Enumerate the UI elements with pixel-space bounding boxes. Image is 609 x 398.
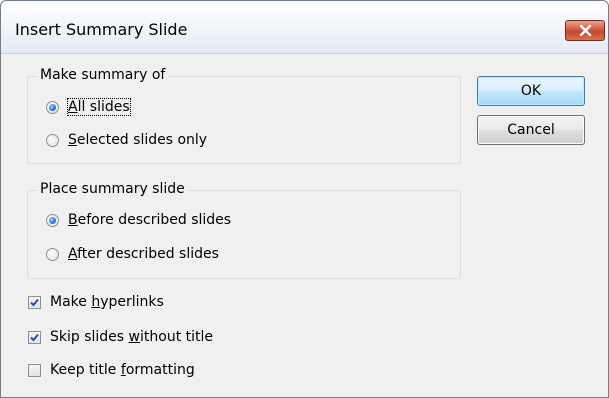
checkmark-icon xyxy=(30,333,39,341)
skip-slides-without-title-checkbox[interactable]: Skip slides without title xyxy=(28,327,213,347)
before-described-slides-label: Before described slides xyxy=(68,212,232,228)
skip-slides-without-title-label: Skip slides without title xyxy=(50,329,214,345)
checkbox-checked-indicator xyxy=(28,330,41,344)
checkbox-checked-indicator xyxy=(28,295,41,309)
close-button[interactable] xyxy=(565,20,605,41)
before-described-slides-radio[interactable]: Before described slides xyxy=(46,210,231,230)
radio-selected-indicator xyxy=(46,100,59,114)
make-hyperlinks-label: Make hyperlinks xyxy=(50,294,164,310)
all-slides-radio[interactable]: All slides xyxy=(46,97,131,117)
checkmark-icon xyxy=(30,298,39,306)
radio-unselected-indicator xyxy=(46,133,59,147)
after-described-slides-label: After described slides xyxy=(68,246,219,262)
dialog-title: Insert Summary Slide xyxy=(15,20,188,39)
checkbox-unchecked-indicator xyxy=(28,363,41,377)
make-summary-group: Make summary of All slides Selected slid… xyxy=(27,67,461,164)
selected-slides-only-radio[interactable]: Selected slides only xyxy=(46,130,207,150)
radio-unselected-indicator xyxy=(46,247,59,261)
radio-selected-indicator xyxy=(46,213,59,227)
after-described-slides-radio[interactable]: After described slides xyxy=(46,244,219,264)
keep-title-formatting-checkbox[interactable]: Keep title formatting xyxy=(28,360,195,380)
title-bar[interactable]: Insert Summary Slide xyxy=(1,1,608,54)
dialog-body: Make summary of All slides Selected slid… xyxy=(1,54,608,397)
close-icon xyxy=(579,25,592,36)
keep-title-formatting-label: Keep title formatting xyxy=(50,362,195,378)
place-summary-legend: Place summary slide xyxy=(37,181,188,197)
make-summary-legend: Make summary of xyxy=(37,67,169,83)
all-slides-label: All slides xyxy=(67,98,131,116)
cancel-button[interactable]: Cancel xyxy=(477,115,585,145)
selected-slides-only-label: Selected slides only xyxy=(68,132,208,148)
insert-summary-slide-dialog: Insert Summary Slide Make summary of All… xyxy=(0,0,609,398)
place-summary-group: Place summary slide Before described sli… xyxy=(27,181,461,279)
ok-button[interactable]: OK xyxy=(477,76,585,106)
make-hyperlinks-checkbox[interactable]: Make hyperlinks xyxy=(28,292,164,312)
